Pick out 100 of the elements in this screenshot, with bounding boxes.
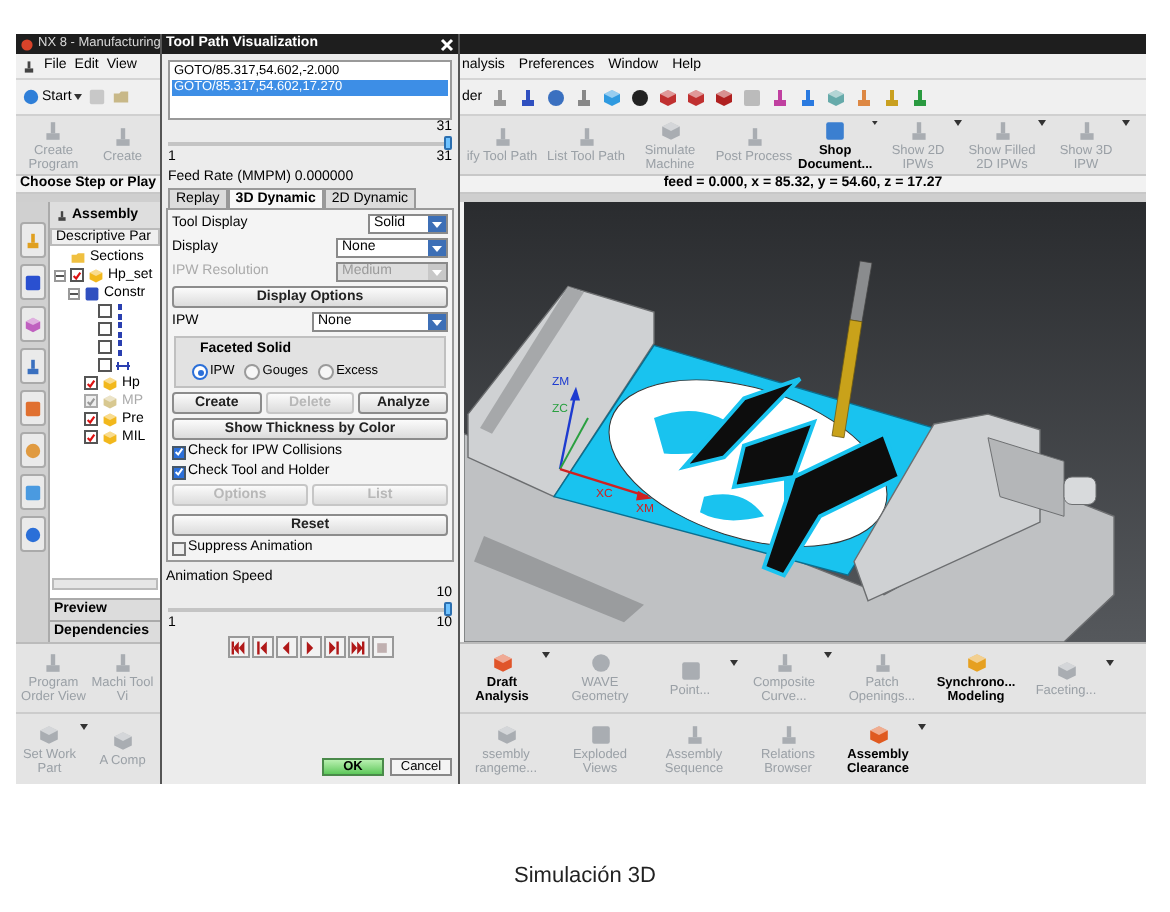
circle-icon [546, 87, 567, 107]
visibility-checkbox[interactable] [98, 358, 112, 372]
cube-icon [491, 652, 513, 674]
tool-icon [111, 126, 134, 148]
cube-icon [602, 87, 623, 107]
playback-icon [254, 639, 270, 655]
tool-icon [491, 126, 513, 148]
dropdown-arrow-icon [954, 119, 962, 125]
visibility-checkbox[interactable] [98, 304, 112, 318]
dropdown-arrow-icon [1122, 119, 1130, 125]
slider-thumb[interactable] [444, 602, 452, 616]
figure-caption: Simulación 3D [514, 864, 656, 890]
dropdown-arrow-icon [918, 723, 926, 729]
radio-button[interactable] [318, 364, 335, 380]
app-logo-icon [20, 37, 34, 51]
checkbox[interactable] [172, 465, 186, 479]
cube-icon [1055, 659, 1077, 681]
playback-icon [326, 639, 342, 655]
dropdown-arrow-icon [824, 652, 832, 658]
tool-icon [882, 87, 903, 107]
slider-thumb[interactable] [444, 136, 452, 150]
radio-button[interactable] [244, 364, 261, 380]
playback-icon [350, 639, 366, 655]
tool-icon [910, 87, 931, 107]
tool-icon [991, 119, 1013, 141]
dropdown-arrow-icon [79, 723, 87, 729]
visibility-checkbox[interactable] [84, 412, 98, 426]
tool-icon [777, 723, 799, 745]
tool-icon [798, 87, 819, 107]
dropdown-arrow-icon [872, 119, 878, 125]
resource-tab[interactable] [19, 306, 45, 342]
circle-icon [630, 87, 651, 107]
circle-icon [23, 525, 41, 543]
part-icon [88, 267, 104, 283]
menu-icon [22, 59, 36, 73]
circle-icon [23, 441, 41, 459]
tool-icon [23, 231, 41, 249]
tool-icon [683, 723, 705, 745]
tool-icon [773, 652, 795, 674]
dropdown-arrow-icon [428, 216, 446, 232]
play-button[interactable] [299, 636, 321, 658]
start-icon [22, 88, 40, 106]
resource-tab[interactable] [19, 390, 45, 426]
tool-icon [575, 126, 597, 148]
dropdown-arrow-icon [428, 240, 446, 256]
collapse-toggle[interactable] [54, 269, 66, 281]
tool-icon [1075, 119, 1097, 141]
tool-icon [111, 652, 134, 674]
tool-icon [770, 87, 791, 107]
dropdown-arrow-icon [428, 314, 446, 330]
slider-track[interactable] [168, 136, 452, 150]
tool-icon [574, 87, 595, 107]
cube-icon [111, 730, 134, 752]
cube-icon [23, 315, 41, 333]
cube-icon [495, 723, 517, 745]
cube-icon [714, 87, 735, 107]
dropdown-arrow-icon [730, 659, 738, 665]
cube-icon [965, 652, 987, 674]
tool-icon [743, 126, 765, 148]
tool-icon [42, 652, 65, 674]
collapse-toggle[interactable] [68, 287, 80, 299]
cube-icon [38, 723, 61, 745]
circle-icon [589, 652, 611, 674]
distance-icon [116, 359, 130, 371]
cube-icon [686, 87, 707, 107]
playback-icon [374, 639, 390, 655]
cube-icon [826, 87, 847, 107]
resource-tab[interactable] [19, 348, 45, 384]
pin-icon [56, 209, 68, 221]
tool-icon [42, 119, 65, 141]
visibility-checkbox[interactable] [98, 340, 112, 354]
radio-button[interactable] [192, 364, 208, 380]
cube-icon [867, 723, 889, 745]
slider-track[interactable] [168, 602, 452, 616]
visibility-checkbox[interactable] [84, 430, 98, 444]
tool-icon [854, 87, 875, 107]
visibility-checkbox[interactable] [84, 376, 98, 390]
visibility-checkbox[interactable] [98, 322, 112, 336]
tool-icon [23, 357, 41, 375]
close-icon[interactable] [440, 37, 454, 51]
tool-icon [871, 652, 893, 674]
dropdown-arrow-icon [542, 652, 550, 658]
cube-icon [658, 87, 679, 107]
tool-icon [518, 87, 539, 107]
tool-icon [907, 119, 929, 141]
resource-tab[interactable] [19, 264, 45, 300]
checkbox[interactable] [172, 541, 186, 555]
last-step-button[interactable] [347, 636, 369, 658]
playback-icon [230, 639, 246, 655]
horizontal-scrollbar[interactable] [52, 578, 158, 590]
dropdown-arrow-icon [1106, 659, 1114, 665]
step-forward-button[interactable] [323, 636, 345, 658]
resource-tab[interactable] [19, 516, 45, 552]
first-step-button[interactable] [227, 636, 249, 658]
reverse-button[interactable] [275, 636, 297, 658]
visibility-checkbox[interactable] [70, 268, 84, 282]
step-back-button[interactable] [251, 636, 273, 658]
checkbox[interactable] [172, 445, 186, 459]
cube-icon [659, 119, 681, 141]
folder-icon [111, 88, 130, 106]
